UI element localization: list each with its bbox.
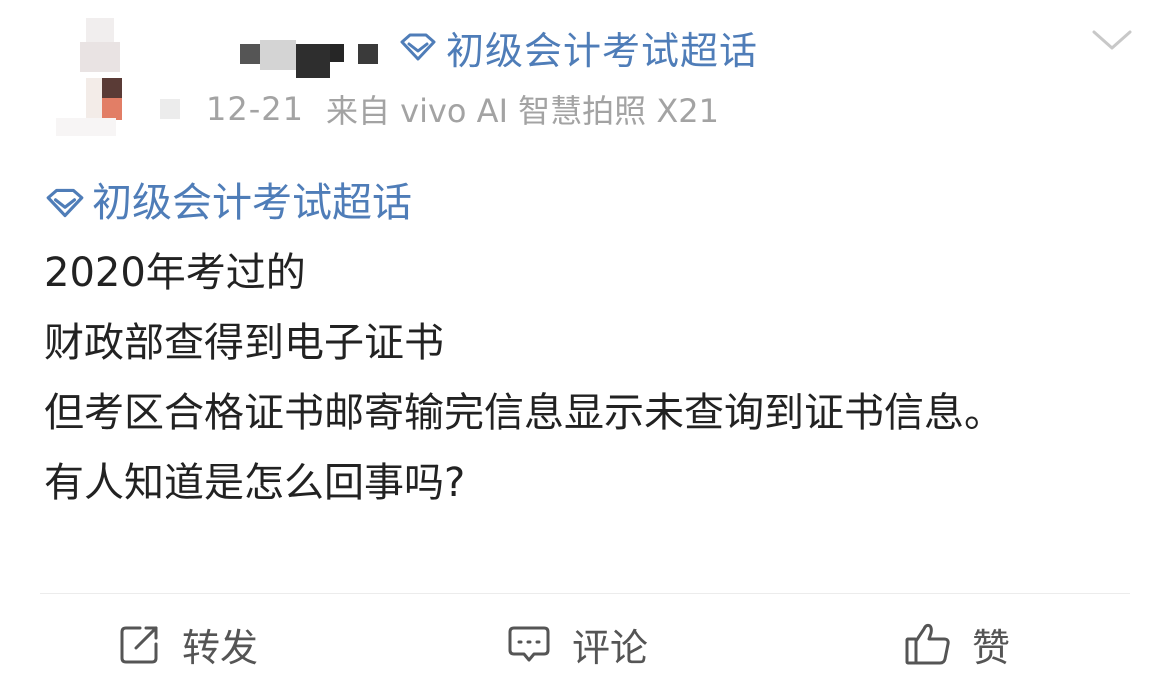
comment-button[interactable]: 评论 xyxy=(506,605,648,683)
post-meta: 12-21 来自 vivo AI 智慧拍照 X21 xyxy=(160,88,719,130)
meta-badge xyxy=(160,99,180,119)
post-content: 初级会计考试超话 2020年考过的 财政部查得到电子证书 但考区合格证书邮寄输完… xyxy=(44,168,1134,518)
like-label: 赞 xyxy=(972,625,1011,670)
post-time: 12-21 xyxy=(206,90,304,128)
content-line: 2020年考过的 xyxy=(44,250,306,296)
comment-label: 评论 xyxy=(572,625,649,670)
thumbs-up-icon xyxy=(905,623,950,665)
more-options-button[interactable] xyxy=(1088,26,1136,56)
divider xyxy=(40,593,1130,594)
topic-header-link[interactable]: 初级会计考试超话 xyxy=(398,22,759,73)
comment-icon xyxy=(508,626,550,662)
content-topic-link[interactable]: 初级会计考试超话 xyxy=(44,168,1134,238)
username[interactable] xyxy=(230,30,400,78)
chevron-down-icon xyxy=(1092,30,1132,50)
post-source[interactable]: 来自 vivo AI 智慧拍照 X21 xyxy=(326,86,719,132)
action-bar: 转发 评论 赞 xyxy=(0,605,1170,683)
diamond-icon xyxy=(400,33,436,61)
content-line: 但考区合格证书邮寄输完信息显示未查询到证书信息。 xyxy=(44,390,1004,436)
avatar[interactable] xyxy=(56,18,152,136)
content-topic-label: 初级会计考试超话 xyxy=(92,180,412,226)
content-line: 财政部查得到电子证书 xyxy=(44,320,444,366)
topic-header-label: 初级会计考试超话 xyxy=(446,28,759,73)
content-line: 有人知道是怎么回事吗? xyxy=(44,460,466,506)
repost-label: 转发 xyxy=(182,625,259,670)
repost-button[interactable]: 转发 xyxy=(118,605,258,683)
diamond-icon xyxy=(46,188,84,218)
like-button[interactable]: 赞 xyxy=(904,605,1010,683)
weibo-post: 初级会计考试超话 12-21 来自 vivo AI 智慧拍照 X21 初级会计考… xyxy=(0,0,1170,683)
repost-icon xyxy=(120,626,158,664)
